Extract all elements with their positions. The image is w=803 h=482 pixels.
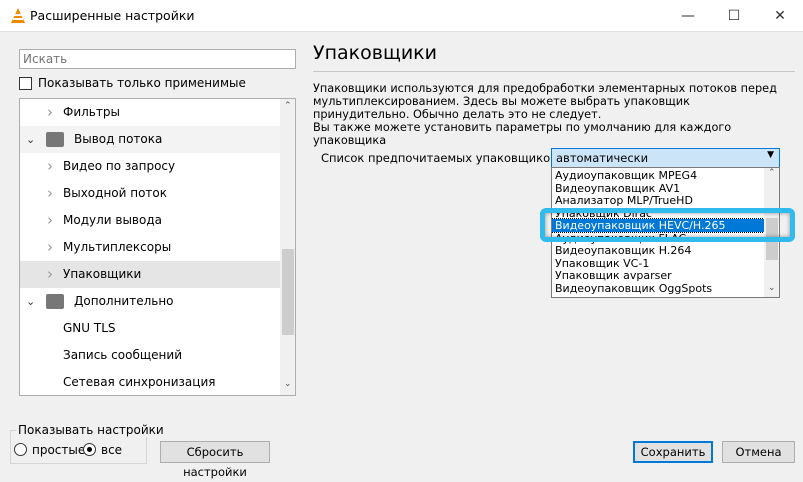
only-applicable-checkbox[interactable] <box>19 77 32 90</box>
page-title: Упаковщики <box>313 42 438 64</box>
chevron-right-icon[interactable]: › <box>47 207 53 234</box>
stream-output-icon <box>46 132 64 147</box>
dropdown-option[interactable]: Видеоупаковщик AV1 <box>552 182 764 195</box>
scroll-up-icon[interactable]: ⌃ <box>768 168 776 178</box>
chevron-down-icon[interactable]: ⌄ <box>26 288 35 315</box>
chevron-right-icon[interactable]: › <box>47 153 53 180</box>
simple-radio[interactable] <box>14 443 27 456</box>
tree-item-label: Дополнительно <box>74 294 174 308</box>
save-button[interactable]: Сохранить <box>633 441 713 463</box>
tree-item-label: Упаковщики <box>63 267 142 281</box>
packetizer-value: автоматически <box>556 151 649 165</box>
chevron-right-icon[interactable]: › <box>47 261 53 288</box>
dropdown-arrow-icon: ▼ <box>767 150 774 160</box>
tree-item[interactable]: ⌄ Дополнительно <box>20 288 280 315</box>
vlc-cone-icon <box>11 8 25 23</box>
dropdown-option[interactable]: Видеоупаковщик H.264 <box>552 244 764 257</box>
title-divider <box>313 71 795 72</box>
tree-item-label: Вывод потока <box>74 132 163 146</box>
show-settings-label: Показывать настройки <box>16 423 166 437</box>
packetizer-select[interactable]: автоматически ▼ <box>551 148 780 168</box>
scroll-down-icon[interactable]: ⌄ <box>768 283 776 293</box>
only-applicable-label: Показывать только применимые <box>38 76 246 90</box>
title-bar: Расширенные настройки — ☐ ✕ <box>0 0 803 32</box>
cancel-button[interactable]: Отмена <box>722 441 795 463</box>
chevron-down-icon[interactable]: ⌄ <box>26 126 35 153</box>
tree-item-label: Сетевая синхронизация <box>63 375 216 389</box>
tree-item-label: GNU TLS <box>63 321 116 335</box>
description-text-2: Вы также можете установить параметры по … <box>313 121 732 147</box>
tree-item[interactable]: Запись сообщений <box>20 342 280 369</box>
tree-scroll-thumb[interactable] <box>282 249 294 335</box>
reset-button[interactable]: Сбросить настройки <box>160 441 270 479</box>
tree-item[interactable]: › Мультиплексоры <box>20 234 280 261</box>
dropdown-option[interactable]: Упаковщик avparser <box>552 269 764 282</box>
close-button[interactable]: ✕ <box>757 0 803 32</box>
tree-scrollbar[interactable]: ⌃ ⌄ <box>280 99 295 395</box>
tree-item[interactable]: › Видео по запросу <box>20 153 280 180</box>
highlight-callout <box>540 208 795 242</box>
dropdown-option[interactable]: Видеоупаковщик OggSpots <box>552 282 764 295</box>
settings-tree[interactable]: › Фильтры ⌄ Вывод потока › Видео по запросу › В… <box>19 98 296 396</box>
gear-icon <box>46 294 64 309</box>
chevron-right-icon[interactable]: › <box>47 180 53 207</box>
tree-item[interactable]: GNU TLS <box>20 315 280 342</box>
tree-item-label: Выходной поток <box>63 186 168 200</box>
all-radio[interactable] <box>83 443 96 456</box>
tree-item[interactable]: › Фильтры <box>20 99 280 126</box>
description: Упаковщики используются для предобработк… <box>313 82 783 147</box>
maximize-button[interactable]: ☐ <box>711 0 757 32</box>
tree-item[interactable]: ⌄ Вывод потока <box>20 126 280 153</box>
chevron-right-icon[interactable]: › <box>47 99 53 126</box>
dropdown-option[interactable]: Упаковщик VC-1 <box>552 257 764 270</box>
tree-item-label: Мультиплексоры <box>63 240 172 254</box>
all-label: все <box>101 443 123 457</box>
packetizer-label: Список предпочитаемых упаковщиков <box>321 151 557 165</box>
search-input[interactable] <box>19 49 296 69</box>
tree-item-label: Фильтры <box>63 105 120 119</box>
minimize-button[interactable]: — <box>665 0 711 32</box>
description-text: Упаковщики используются для предобработк… <box>313 82 777 121</box>
chevron-right-icon[interactable]: › <box>47 234 53 261</box>
tree-item-label: Видео по запросу <box>63 159 176 173</box>
simple-label: простые <box>32 443 86 457</box>
window-title: Расширенные настройки <box>30 8 195 23</box>
tree-item[interactable]: › Модули вывода <box>20 207 280 234</box>
tree-item[interactable]: › Упаковщики <box>20 261 280 288</box>
tree-item-label: Запись сообщений <box>63 348 182 362</box>
tree-item[interactable]: Сетевая синхронизация <box>20 369 280 395</box>
dropdown-option[interactable]: Анализатор MLP/TrueHD <box>552 194 764 207</box>
scroll-down-icon[interactable]: ⌄ <box>284 379 292 389</box>
tree-item[interactable]: › Выходной поток <box>20 180 280 207</box>
scroll-up-icon[interactable]: ⌃ <box>284 101 292 111</box>
tree-item-label: Модули вывода <box>63 213 162 227</box>
dropdown-option[interactable]: Аудиоупаковщик MPEG4 <box>552 169 764 182</box>
